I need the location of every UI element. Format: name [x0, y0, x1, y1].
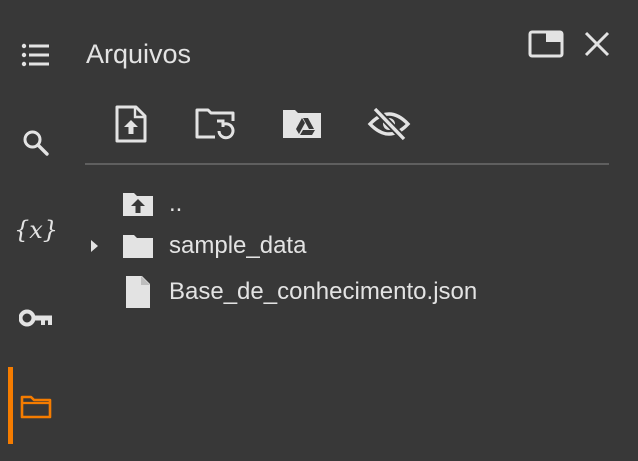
panel-title: Arquivos [86, 39, 192, 69]
open-in-tab-button[interactable] [526, 30, 566, 62]
variables-button[interactable]: {x} [0, 202, 72, 258]
search-button[interactable] [0, 115, 72, 171]
table-of-contents-button[interactable] [0, 27, 72, 83]
close-icon [583, 30, 611, 63]
mount-drive-icon [281, 107, 323, 146]
search-icon [22, 129, 50, 157]
upload-file-icon [114, 105, 148, 148]
key-icon [19, 308, 53, 328]
close-button[interactable] [580, 30, 614, 62]
toolbar-divider [85, 163, 609, 165]
hide-hidden-files-icon [367, 106, 411, 147]
secrets-button[interactable] [0, 290, 72, 346]
file-icon [122, 272, 154, 312]
side-rail: {x} [0, 0, 72, 461]
tree-item-parent[interactable]: .. [86, 184, 182, 224]
mount-drive-button[interactable] [278, 102, 326, 150]
parent-folder-icon [122, 184, 154, 224]
tree-item-label: sample_data [169, 232, 307, 259]
tree-item-file[interactable]: Base_de_conhecimento.json [86, 272, 477, 312]
tree-item-label: Base_de_conhecimento.json [169, 278, 478, 305]
open-in-tab-icon [528, 30, 564, 63]
upload-button[interactable] [107, 102, 155, 150]
tree-item-sample-data[interactable]: sample_data [86, 226, 306, 266]
tree-item-label: .. [169, 190, 183, 217]
variables-icon: {x} [13, 216, 59, 244]
expand-arrow-icon[interactable] [86, 226, 102, 266]
refresh-button[interactable] [192, 102, 240, 150]
folder-icon [122, 226, 154, 266]
refresh-folder-icon [195, 107, 237, 146]
folder-icon [20, 393, 52, 419]
files-button[interactable] [0, 378, 72, 434]
toggle-hidden-files-button[interactable] [365, 102, 413, 150]
table-of-contents-icon [21, 42, 51, 68]
